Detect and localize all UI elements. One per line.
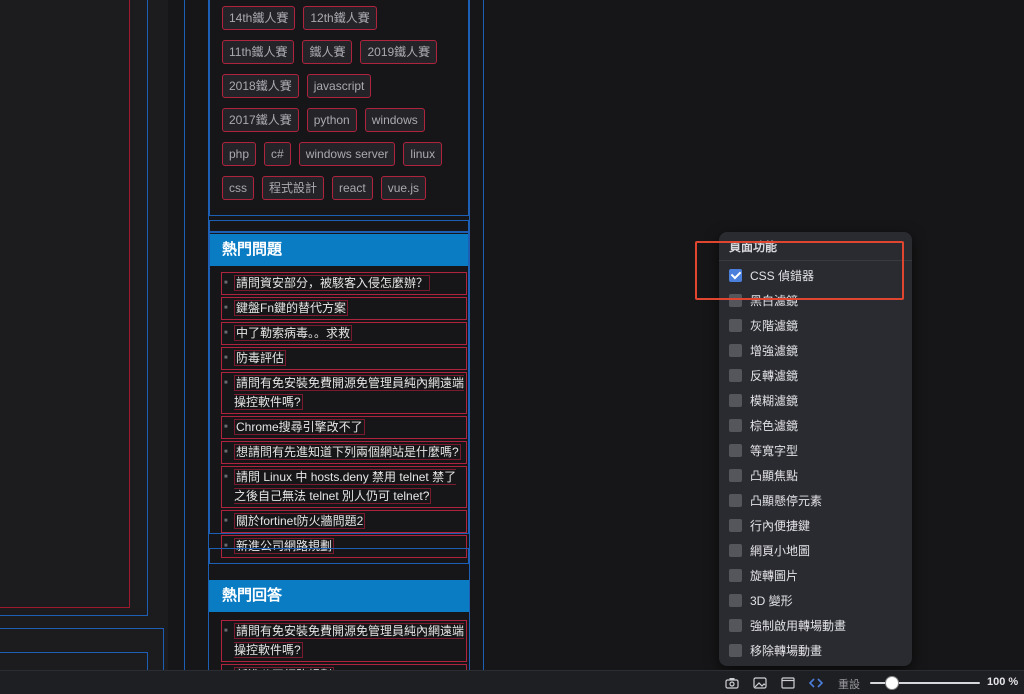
feature-option[interactable]: 棕色濾鏡 xyxy=(729,417,798,433)
tag-link[interactable]: python xyxy=(306,108,357,132)
checkbox[interactable] xyxy=(729,568,742,582)
tag-row: 11th鐵人賽 鐵人賽 2019鐵人賽 xyxy=(222,40,468,64)
tag-link[interactable]: 14th鐵人賽 xyxy=(222,6,296,30)
feature-option[interactable]: 移除轉場動畫 xyxy=(729,642,822,658)
feature-option[interactable]: 3D 變形 xyxy=(729,592,793,608)
debug-outline xyxy=(0,0,130,608)
feature-option-label: 移除轉場動畫 xyxy=(750,643,823,658)
feature-option[interactable]: 模糊濾鏡 xyxy=(729,392,798,408)
window-icon[interactable] xyxy=(780,675,796,691)
hot-answers-title: 熱門回答 xyxy=(209,580,469,612)
question-link[interactable]: 請問有免安裝免費開源免管理員純內網遠端操控軟件嗎? xyxy=(234,623,465,658)
tag-row: 2018鐵人賽 javascript xyxy=(222,74,468,98)
debug-outline xyxy=(209,220,469,232)
tag-row: css 程式設計 react vue.js xyxy=(222,176,468,200)
tag-link[interactable]: css xyxy=(222,176,254,200)
tag-row: 14th鐵人賽 12th鐵人賽 xyxy=(222,6,468,30)
checkbox[interactable] xyxy=(729,468,742,482)
tag-link[interactable]: 2018鐵人賽 xyxy=(222,74,299,98)
feature-option[interactable]: 等寬字型 xyxy=(729,442,798,458)
tag-link[interactable]: php xyxy=(222,142,257,166)
feature-option[interactable]: 增強濾鏡 xyxy=(729,342,798,358)
code-icon[interactable] xyxy=(808,675,824,691)
tag-link[interactable]: windows xyxy=(364,108,425,132)
tag-link[interactable]: windows server xyxy=(298,142,396,166)
tag-link[interactable]: react xyxy=(332,176,373,200)
image-icon[interactable] xyxy=(752,675,768,691)
feature-option[interactable]: 行內便捷鍵 xyxy=(729,517,810,533)
reset-button[interactable]: 重設 xyxy=(838,676,860,692)
feature-option[interactable]: 網頁小地圖 xyxy=(729,542,810,558)
checkbox[interactable] xyxy=(729,368,742,382)
feature-option[interactable]: 強制啟用轉場動畫 xyxy=(729,617,846,633)
feature-option[interactable]: 反轉濾鏡 xyxy=(729,367,798,383)
highlight-box xyxy=(695,241,904,300)
feature-option-label: 凸顯焦點 xyxy=(750,468,799,483)
debug-outline xyxy=(209,548,469,564)
checkbox[interactable] xyxy=(729,518,742,532)
feature-option-label: 增強濾鏡 xyxy=(750,343,799,358)
tag-cloud: 14th鐵人賽 12th鐵人賽 11th鐵人賽 鐵人賽 2019鐵人賽 2018鐵人賽 ja… xyxy=(209,0,469,216)
tag-row: 2017鐵人賽 python windows xyxy=(222,108,468,132)
tag-link[interactable]: 程式設計 xyxy=(262,176,325,200)
checkbox[interactable] xyxy=(729,443,742,457)
zoom-slider-knob[interactable] xyxy=(885,676,899,690)
feature-option-label: 棕色濾鏡 xyxy=(750,418,799,433)
hot-questions-panel xyxy=(209,232,469,534)
feature-option-label: 強制啟用轉場動畫 xyxy=(750,618,847,633)
checkbox[interactable] xyxy=(729,493,742,507)
checkbox[interactable] xyxy=(729,343,742,357)
camera-icon[interactable] xyxy=(724,675,740,691)
feature-option-label: 等寬字型 xyxy=(750,443,799,458)
tag-link[interactable]: vue.js xyxy=(380,176,427,200)
tag-link[interactable]: 12th鐵人賽 xyxy=(303,6,377,30)
tag-link[interactable]: 2019鐵人賽 xyxy=(360,40,438,64)
feature-option-label: 行內便捷鍵 xyxy=(750,518,811,533)
tag-link[interactable]: javascript xyxy=(306,74,372,98)
zoom-slider[interactable] xyxy=(870,676,980,690)
checkbox[interactable] xyxy=(729,418,742,432)
feature-option-label: 旋轉圖片 xyxy=(750,568,799,583)
feature-option-label: 模糊濾鏡 xyxy=(750,393,799,408)
list-item: 請問有免安裝免費開源免管理員純內網遠端操控軟件嗎? xyxy=(221,620,467,662)
tag-link[interactable]: 11th鐵人賽 xyxy=(222,40,295,64)
checkbox[interactable] xyxy=(729,543,742,557)
feature-option[interactable]: 凸顯焦點 xyxy=(729,467,798,483)
tag-link[interactable]: c# xyxy=(264,142,291,166)
feature-option-label: 反轉濾鏡 xyxy=(750,368,799,383)
tag-link[interactable]: 2017鐵人賽 xyxy=(222,108,299,132)
checkbox[interactable] xyxy=(729,593,742,607)
sidebar: 14th鐵人賽 12th鐵人賽 11th鐵人賽 鐵人賽 2019鐵人賽 2018鐵人賽 ja… xyxy=(208,0,470,694)
feature-option-label: 3D 變形 xyxy=(750,593,793,608)
tag-link[interactable]: 鐵人賽 xyxy=(302,40,353,64)
feature-option[interactable]: 灰階濾鏡 xyxy=(729,317,798,333)
checkbox[interactable] xyxy=(729,643,742,657)
feature-option[interactable]: 凸顯懸停元素 xyxy=(729,492,822,508)
bottom-toolbar: 重設 100 % xyxy=(0,670,1024,694)
checkbox[interactable] xyxy=(729,318,742,332)
feature-option-label: 網頁小地圖 xyxy=(750,543,811,558)
tag-row: php c# windows server linux xyxy=(222,142,468,166)
tag-link[interactable]: linux xyxy=(403,142,443,166)
zoom-value: 100 % xyxy=(987,676,1019,688)
feature-option-label: 凸顯懸停元素 xyxy=(750,493,823,508)
checkbox[interactable] xyxy=(729,393,742,407)
feature-option[interactable]: 旋轉圖片 xyxy=(729,567,798,583)
feature-option-label: 灰階濾鏡 xyxy=(750,318,799,333)
checkbox[interactable] xyxy=(729,618,742,632)
